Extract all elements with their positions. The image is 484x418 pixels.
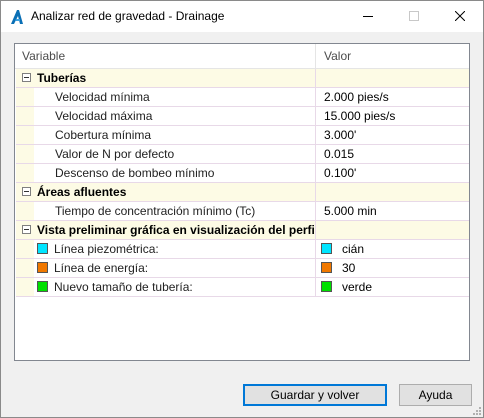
- property-value[interactable]: 15.000 pies/s: [316, 107, 469, 125]
- maximize-icon: [409, 11, 419, 21]
- property-label: Velocidad máxima: [55, 109, 153, 123]
- grid-header: Variable Valor: [15, 44, 469, 69]
- property-label: Tiempo de concentración mínimo (Tc): [55, 204, 256, 218]
- property-value[interactable]: 0.100': [316, 164, 469, 182]
- property-row[interactable]: Cobertura mínima 3.000': [16, 126, 469, 145]
- close-icon: [455, 11, 465, 21]
- property-value[interactable]: 0.015: [316, 145, 469, 163]
- property-label: Nuevo tamaño de tubería:: [54, 280, 193, 294]
- color-swatch: [321, 243, 332, 254]
- property-label: Velocidad mínima: [55, 90, 150, 104]
- resize-grip-icon[interactable]: [471, 405, 481, 415]
- property-value[interactable]: 2.000 pies/s: [316, 88, 469, 106]
- property-row[interactable]: Valor de N por defecto 0.015: [16, 145, 469, 164]
- property-row[interactable]: Velocidad máxima 15.000 pies/s: [16, 107, 469, 126]
- category-label: Tuberías: [37, 71, 87, 85]
- header-variable[interactable]: Variable: [22, 44, 65, 68]
- color-value-text: 30: [342, 261, 356, 275]
- window-title: Analizar red de gravedad - Drainage: [31, 9, 225, 23]
- property-label: Línea piezométrica:: [54, 242, 159, 256]
- property-grid[interactable]: Variable Valor Tuberías Velocidad mínima…: [14, 43, 470, 361]
- category-vista-preliminar[interactable]: Vista preliminar gráfica en visualizació…: [16, 221, 469, 240]
- property-row[interactable]: Nuevo tamaño de tubería: verde: [16, 278, 469, 297]
- color-swatch: [321, 281, 332, 292]
- property-label: Valor de N por defecto: [55, 147, 175, 161]
- property-value[interactable]: 3.000': [316, 126, 469, 144]
- category-label: Áreas afluentes: [37, 185, 127, 199]
- color-value-text: verde: [342, 280, 373, 294]
- minimize-icon: [363, 16, 373, 17]
- property-label: Cobertura mínima: [55, 128, 152, 142]
- save-and-return-button[interactable]: Guardar y volver: [243, 384, 387, 406]
- property-value[interactable]: verde: [316, 278, 469, 296]
- maximize-button[interactable]: [391, 1, 437, 32]
- property-label: Línea de energía:: [54, 261, 149, 275]
- color-value-text: cián: [342, 242, 365, 256]
- color-swatch: [321, 262, 332, 273]
- property-row[interactable]: Descenso de bombeo mínimo 0.100': [16, 164, 469, 183]
- category-label: Vista preliminar gráfica en visualizació…: [37, 223, 316, 237]
- category-areas-afluentes[interactable]: Áreas afluentes: [16, 183, 469, 202]
- autodesk-civil-icon: [10, 9, 24, 25]
- property-row[interactable]: Tiempo de concentración mínimo (Tc) 5.00…: [16, 202, 469, 221]
- property-row[interactable]: Velocidad mínima 2.000 pies/s: [16, 88, 469, 107]
- property-value[interactable]: 5.000 min: [316, 202, 469, 220]
- category-tuberias[interactable]: Tuberías: [16, 69, 469, 88]
- minimize-button[interactable]: [345, 1, 391, 32]
- help-button[interactable]: Ayuda: [399, 384, 472, 406]
- close-button[interactable]: [437, 1, 483, 32]
- title-bar[interactable]: Analizar red de gravedad - Drainage: [1, 1, 483, 32]
- property-value[interactable]: 30: [316, 259, 469, 277]
- property-row[interactable]: Línea de energía: 30: [16, 259, 469, 278]
- header-value[interactable]: Valor: [324, 44, 351, 68]
- property-value[interactable]: cián: [316, 240, 469, 258]
- property-label: Descenso de bombeo mínimo: [55, 166, 215, 180]
- property-row[interactable]: Línea piezométrica: cián: [16, 240, 469, 259]
- dialog-window: Analizar red de gravedad - Drainage Vari…: [0, 0, 484, 418]
